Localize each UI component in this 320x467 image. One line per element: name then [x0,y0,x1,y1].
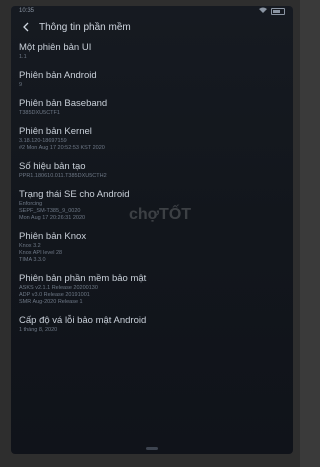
item-label: Cấp độ vá lỗi bảo mật Android [19,315,147,326]
watermark: chợTỐT [129,206,192,223]
status-time: 10:35 [19,8,35,14]
item-value: ASKS v2.1.1 Release 20200130 [19,285,98,291]
page-header: Thông tin phần mềm [11,16,293,38]
info-list: Một phiên bản UI 1.1 Phiên bản Android 9… [11,38,293,334]
item-value: #2 Mon Aug 17 20:52:53 KST 2020 [19,145,105,151]
status-bar: 10:35 [11,6,293,16]
list-item-baseband-version[interactable]: Phiên bản Baseband T385DXU5CTF1 [19,98,293,117]
item-value: ADP v3.0 Release 20191001 [19,292,90,298]
item-value: 3.18.120-18697159 [19,138,67,144]
item-value: Knox 3.2 [19,243,41,249]
screen: 10:35 Thông tin phần mềm Một phiên bản U… [11,6,293,454]
item-label: Phiên bản Android [19,70,97,81]
page-title: Thông tin phần mềm [39,21,131,33]
list-item-android-version[interactable]: Phiên bản Android 9 [19,70,293,89]
wifi-icon [259,7,267,15]
item-value: 9 [19,82,23,88]
list-item-kernel-version[interactable]: Phiên bản Kernel 3.18.120-18697159 #2 Mo… [19,126,293,152]
battery-icon [271,7,285,15]
status-icons [259,7,285,15]
item-label: Một phiên bản UI [19,42,92,53]
item-value: 1 tháng 8, 2020 [19,327,58,333]
back-arrow-icon[interactable] [19,20,33,34]
item-value: T385DXU5CTF1 [19,110,60,116]
item-label: Số hiệu bản tạo [19,161,86,172]
list-item-knox-version[interactable]: Phiên bản Knox Knox 3.2 Knox API level 2… [19,231,293,264]
item-label: Phiên bản phần mềm bảo mật [19,273,147,284]
item-value: PPR1.180610.011.T385DXU5CTH2 [19,173,107,179]
item-label: Phiên bản Knox [19,231,87,242]
list-item-security-patch-level[interactable]: Cấp độ vá lỗi bảo mật Android 1 tháng 8,… [19,315,293,334]
device-frame: 10:35 Thông tin phần mềm Một phiên bản U… [0,0,300,467]
item-label: Phiên bản Kernel [19,126,92,137]
item-value: SMR Aug-2020 Release 1 [19,299,83,305]
item-label: Trạng thái SE cho Android [19,189,130,200]
item-label: Phiên bản Baseband [19,98,108,109]
item-value: Knox API level 28 [19,250,63,256]
item-value: TIMA 3.3.0 [19,257,46,263]
list-item-build-number[interactable]: Số hiệu bản tạo PPR1.180610.011.T385DXU5… [19,161,293,180]
list-item-ui-version[interactable]: Một phiên bản UI 1.1 [19,42,293,61]
item-value: 1.1 [19,54,27,60]
list-item-security-software-version[interactable]: Phiên bản phần mềm bảo mật ASKS v2.1.1 R… [19,273,293,306]
nav-handle [146,447,158,450]
